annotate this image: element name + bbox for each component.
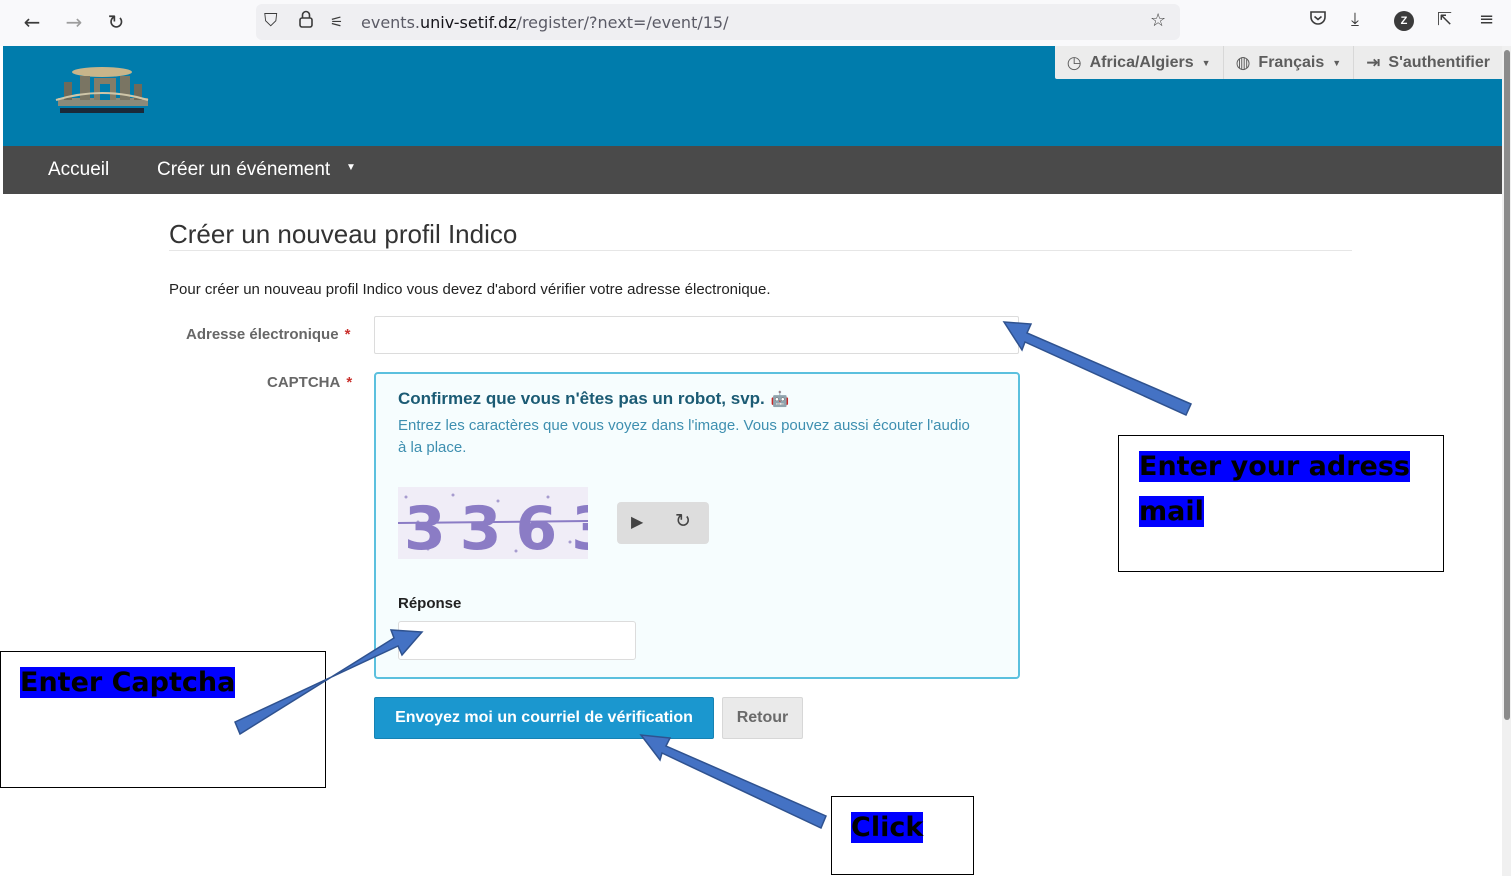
university-logo[interactable]	[50, 60, 153, 118]
email-label: Adresse électronique *	[186, 326, 351, 343]
caret-down-icon[interactable]: ▼	[346, 162, 356, 173]
forward-arrow-icon[interactable]: →	[60, 8, 88, 36]
main-menu: Accueil Créer un événement ▼	[3, 146, 1502, 194]
answer-label: Réponse	[398, 595, 462, 612]
email-input[interactable]	[374, 316, 1019, 354]
click-annotation-text: Click	[851, 812, 924, 843]
address-bar[interactable]: ⛉ ⚟ events.univ-setif.dz/register/?next=…	[256, 4, 1180, 40]
captcha-answer-input[interactable]	[398, 621, 636, 660]
robot-icon: 🤖	[770, 390, 790, 408]
back-arrow-icon[interactable]: ←	[18, 8, 46, 36]
menu-item-create-event[interactable]: Créer un événement	[157, 159, 330, 181]
timezone-selector[interactable]: ◷ Africa/Algiers ▼	[1055, 46, 1223, 79]
scrollbar-thumb[interactable]	[1504, 50, 1510, 720]
session-bar: ◷ Africa/Algiers ▼ ◍ Français ▼ ⇥ S'auth…	[1054, 46, 1502, 79]
clock-icon: ◷	[1066, 52, 1082, 73]
bookmark-star-icon[interactable]: ☆	[1150, 10, 1166, 31]
browser-toolbar: ← → ↻ ⛉ ⚟ events.univ-setif.dz/register/…	[0, 0, 1511, 46]
globe-icon: ◍	[1235, 52, 1251, 73]
page-title: Créer un nouveau profil Indico	[169, 219, 518, 249]
play-audio-icon[interactable]: ▶	[631, 512, 643, 531]
profile-avatar[interactable]: Z	[1394, 11, 1414, 31]
language-selector[interactable]: ◍ Français ▼	[1222, 46, 1354, 79]
back-button[interactable]: Retour	[722, 697, 803, 739]
caret-down-icon: ▼	[1332, 57, 1342, 68]
captcha-title: Confirmez que vous n'êtes pas un robot, …	[398, 389, 790, 408]
email-annotation-text: Enter your adress mail	[1139, 451, 1411, 527]
reload-icon[interactable]: ↻	[102, 8, 130, 36]
captcha-image-text: 3363	[404, 494, 588, 559]
download-icon[interactable]: ⤓	[1351, 9, 1359, 30]
menu-item-home[interactable]: Accueil	[48, 159, 109, 181]
captcha-controls: ▶ ↻	[617, 502, 709, 544]
captcha-annotation-text: Enter Captcha	[20, 667, 236, 698]
url-text[interactable]: events.univ-setif.dz/register/?next=/eve…	[361, 13, 728, 32]
captcha-label: CAPTCHA *	[267, 374, 353, 391]
captcha-image: 3363	[397, 487, 613, 564]
title-divider	[169, 250, 1352, 251]
site-header: ◷ Africa/Algiers ▼ ◍ Français ▼ ⇥ S'auth…	[3, 46, 1502, 146]
send-verification-button[interactable]: Envoyez moi un courriel de vérification	[374, 697, 714, 739]
lock-icon[interactable]	[298, 10, 314, 33]
caret-down-icon: ▼	[1201, 57, 1211, 68]
intro-text: Pour créer un nouveau profil Indico vous…	[169, 281, 771, 298]
reload-captcha-icon[interactable]: ↻	[675, 510, 691, 532]
arrow-to-submit	[639, 734, 827, 830]
captcha-description: Entrez les caractères que vous voyez dan…	[398, 417, 970, 456]
captcha-panel: Confirmez que vous n'êtes pas un robot, …	[374, 372, 1020, 679]
arrow-to-email	[1002, 321, 1192, 416]
required-asterisk: *	[344, 326, 351, 343]
shield-icon[interactable]: ⛉	[264, 10, 278, 31]
required-asterisk: *	[346, 374, 353, 391]
menu-icon[interactable]: ≡	[1479, 9, 1494, 30]
pocket-icon[interactable]	[1309, 9, 1327, 32]
login-link[interactable]: ⇥ S'authentifier	[1353, 46, 1502, 79]
login-icon: ⇥	[1366, 52, 1381, 73]
site-permissions-icon[interactable]: ⚟	[330, 13, 343, 31]
extensions-icon[interactable]: ⇱	[1437, 9, 1452, 30]
